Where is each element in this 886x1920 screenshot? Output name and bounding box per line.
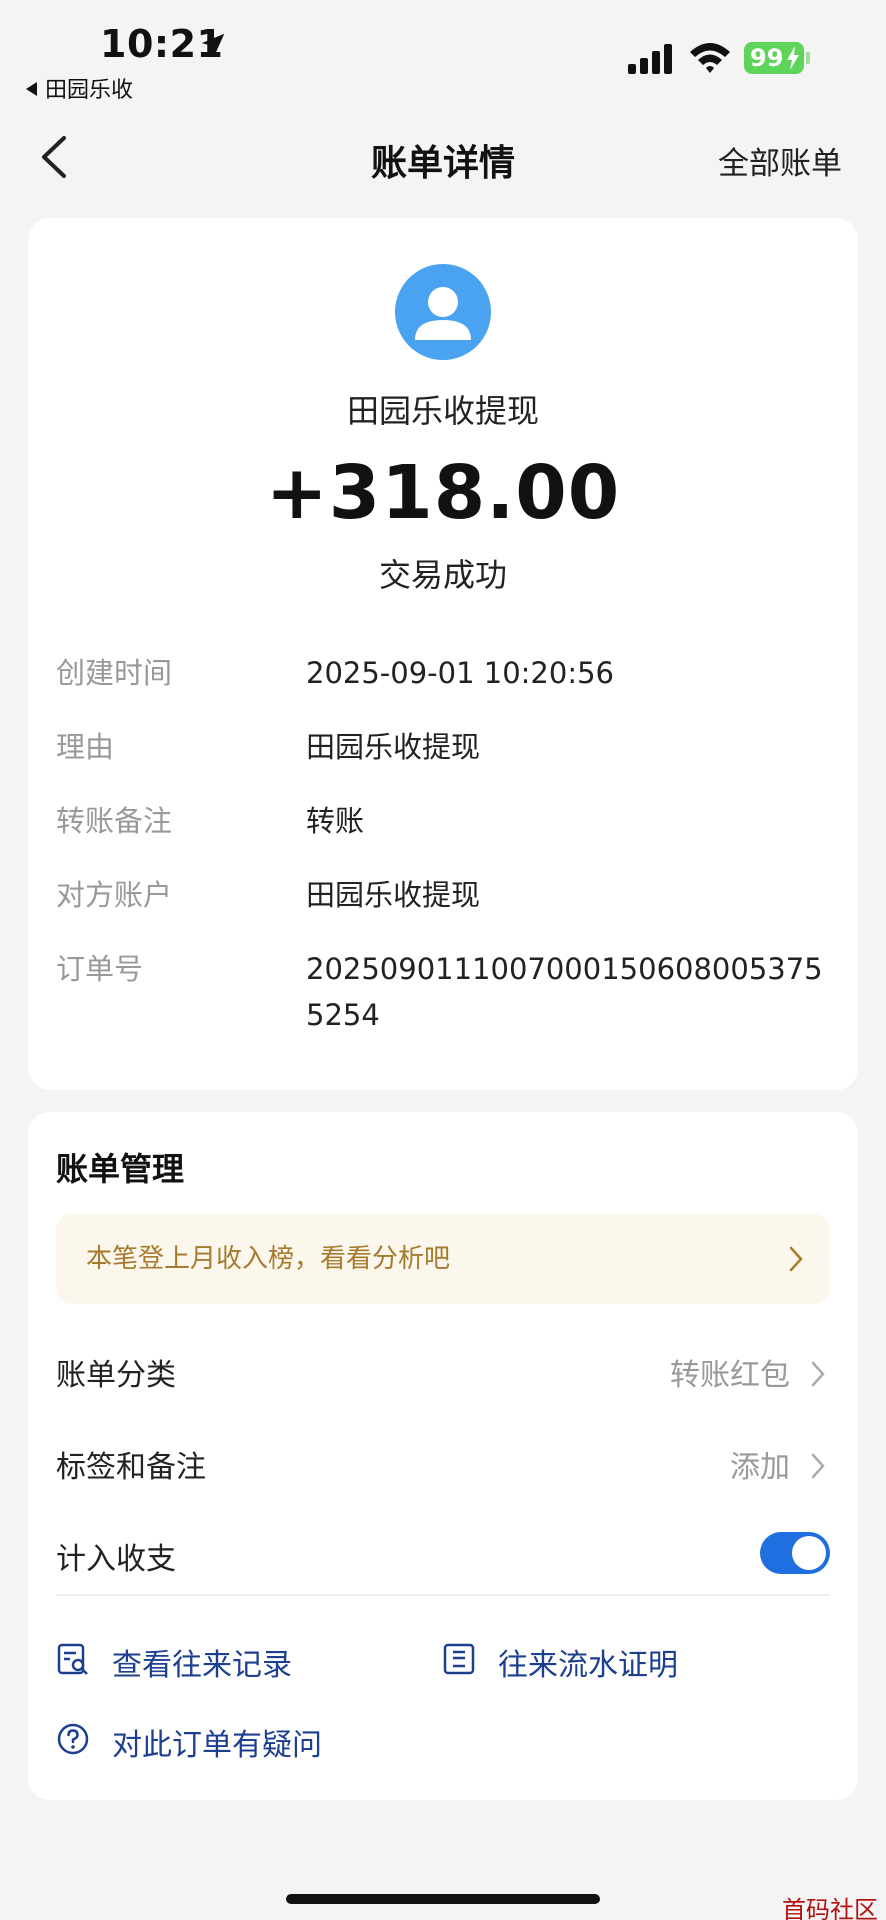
count-in-budget-toggle[interactable] [760, 1532, 830, 1574]
detail-label: 对方账户 [56, 878, 173, 912]
all-bills-link[interactable]: 全部账单 [718, 138, 842, 183]
income-rank-banner[interactable]: 本笔登上月收入榜，看看分析吧 [56, 1214, 830, 1304]
count-in-budget-row: 计入收支 [56, 1524, 830, 1584]
count-in-budget-label: 计入收支 [56, 1542, 176, 1577]
bill-category-label: 账单分类 [56, 1358, 176, 1393]
battery-nub [806, 52, 810, 64]
question-circle-icon [57, 1723, 89, 1755]
bill-category-row[interactable]: 账单分类 转账红包 [56, 1340, 830, 1400]
back-app-name: 田园乐收 [45, 78, 134, 103]
back-triangle-icon [26, 82, 37, 96]
battery-indicator: 99 [744, 42, 804, 74]
avatar [395, 264, 491, 360]
detail-value: 田园乐收提现 [306, 730, 481, 764]
document-icon [443, 1643, 475, 1675]
location-arrow-icon [201, 33, 225, 57]
transaction-status: 交易成功 [378, 556, 507, 594]
detail-label: 转账备注 [56, 804, 173, 838]
tags-notes-value: 添加 [730, 1450, 790, 1485]
detail-label: 创建时间 [56, 656, 173, 690]
wifi-icon [690, 43, 730, 73]
records-search-icon [57, 1643, 88, 1675]
chevron-right-icon [789, 1246, 803, 1272]
user-icon [415, 287, 471, 340]
detail-value: 田园乐收提现 [306, 878, 481, 912]
detail-value: 2025-09-01 10:20:56 [306, 656, 614, 690]
detail-value[interactable]: 20250901110070001506080053755254 [306, 946, 836, 1038]
status-bar: 10:21 田园乐收 99 [0, 0, 886, 103]
detail-label: 订单号 [56, 952, 144, 986]
toggle-knob [792, 1536, 826, 1570]
transaction-amount: +318.00 [265, 450, 621, 536]
transaction-card: 田园乐收提现 +318.00 交易成功 创建时间 2025-09-01 10:2… [28, 218, 858, 1090]
tags-notes-row[interactable]: 标签和备注 添加 [56, 1432, 830, 1492]
nav-bar: 账单详情 全部账单 [0, 120, 886, 192]
cellular-signal-icon [628, 44, 672, 74]
tags-notes-label: 标签和备注 [56, 1450, 206, 1485]
back-to-app-link[interactable]: 田园乐收 [26, 72, 133, 104]
order-question-link[interactable]: 对此订单有疑问 [56, 1714, 376, 1764]
charging-bolt-icon [787, 46, 799, 70]
chevron-right-icon [811, 1453, 825, 1479]
bill-management-card: 账单管理 本笔登上月收入榜，看看分析吧 账单分类 转账红包 标签和备注 添加 计… [28, 1112, 858, 1800]
detail-value: 转账 [306, 804, 365, 838]
battery-level: 99 [750, 44, 784, 72]
bill-category-value: 转账红包 [670, 1358, 790, 1393]
watermark: 首码社区 [782, 1896, 878, 1920]
view-records-link[interactable]: 查看往来记录 [56, 1634, 336, 1684]
view-records-text: 查看往来记录 [112, 1648, 292, 1683]
statement-proof-link[interactable]: 往来流水证明 [442, 1634, 722, 1684]
order-question-text: 对此订单有疑问 [112, 1728, 322, 1763]
chevron-right-icon [811, 1361, 825, 1387]
divider [56, 1594, 830, 1596]
section-title: 账单管理 [56, 1150, 185, 1188]
payee-name: 田园乐收提现 [346, 392, 539, 430]
detail-label: 理由 [56, 730, 115, 764]
statement-proof-text: 往来流水证明 [498, 1648, 678, 1683]
promo-text: 本笔登上月收入榜，看看分析吧 [86, 1244, 451, 1274]
home-indicator[interactable] [286, 1894, 600, 1904]
